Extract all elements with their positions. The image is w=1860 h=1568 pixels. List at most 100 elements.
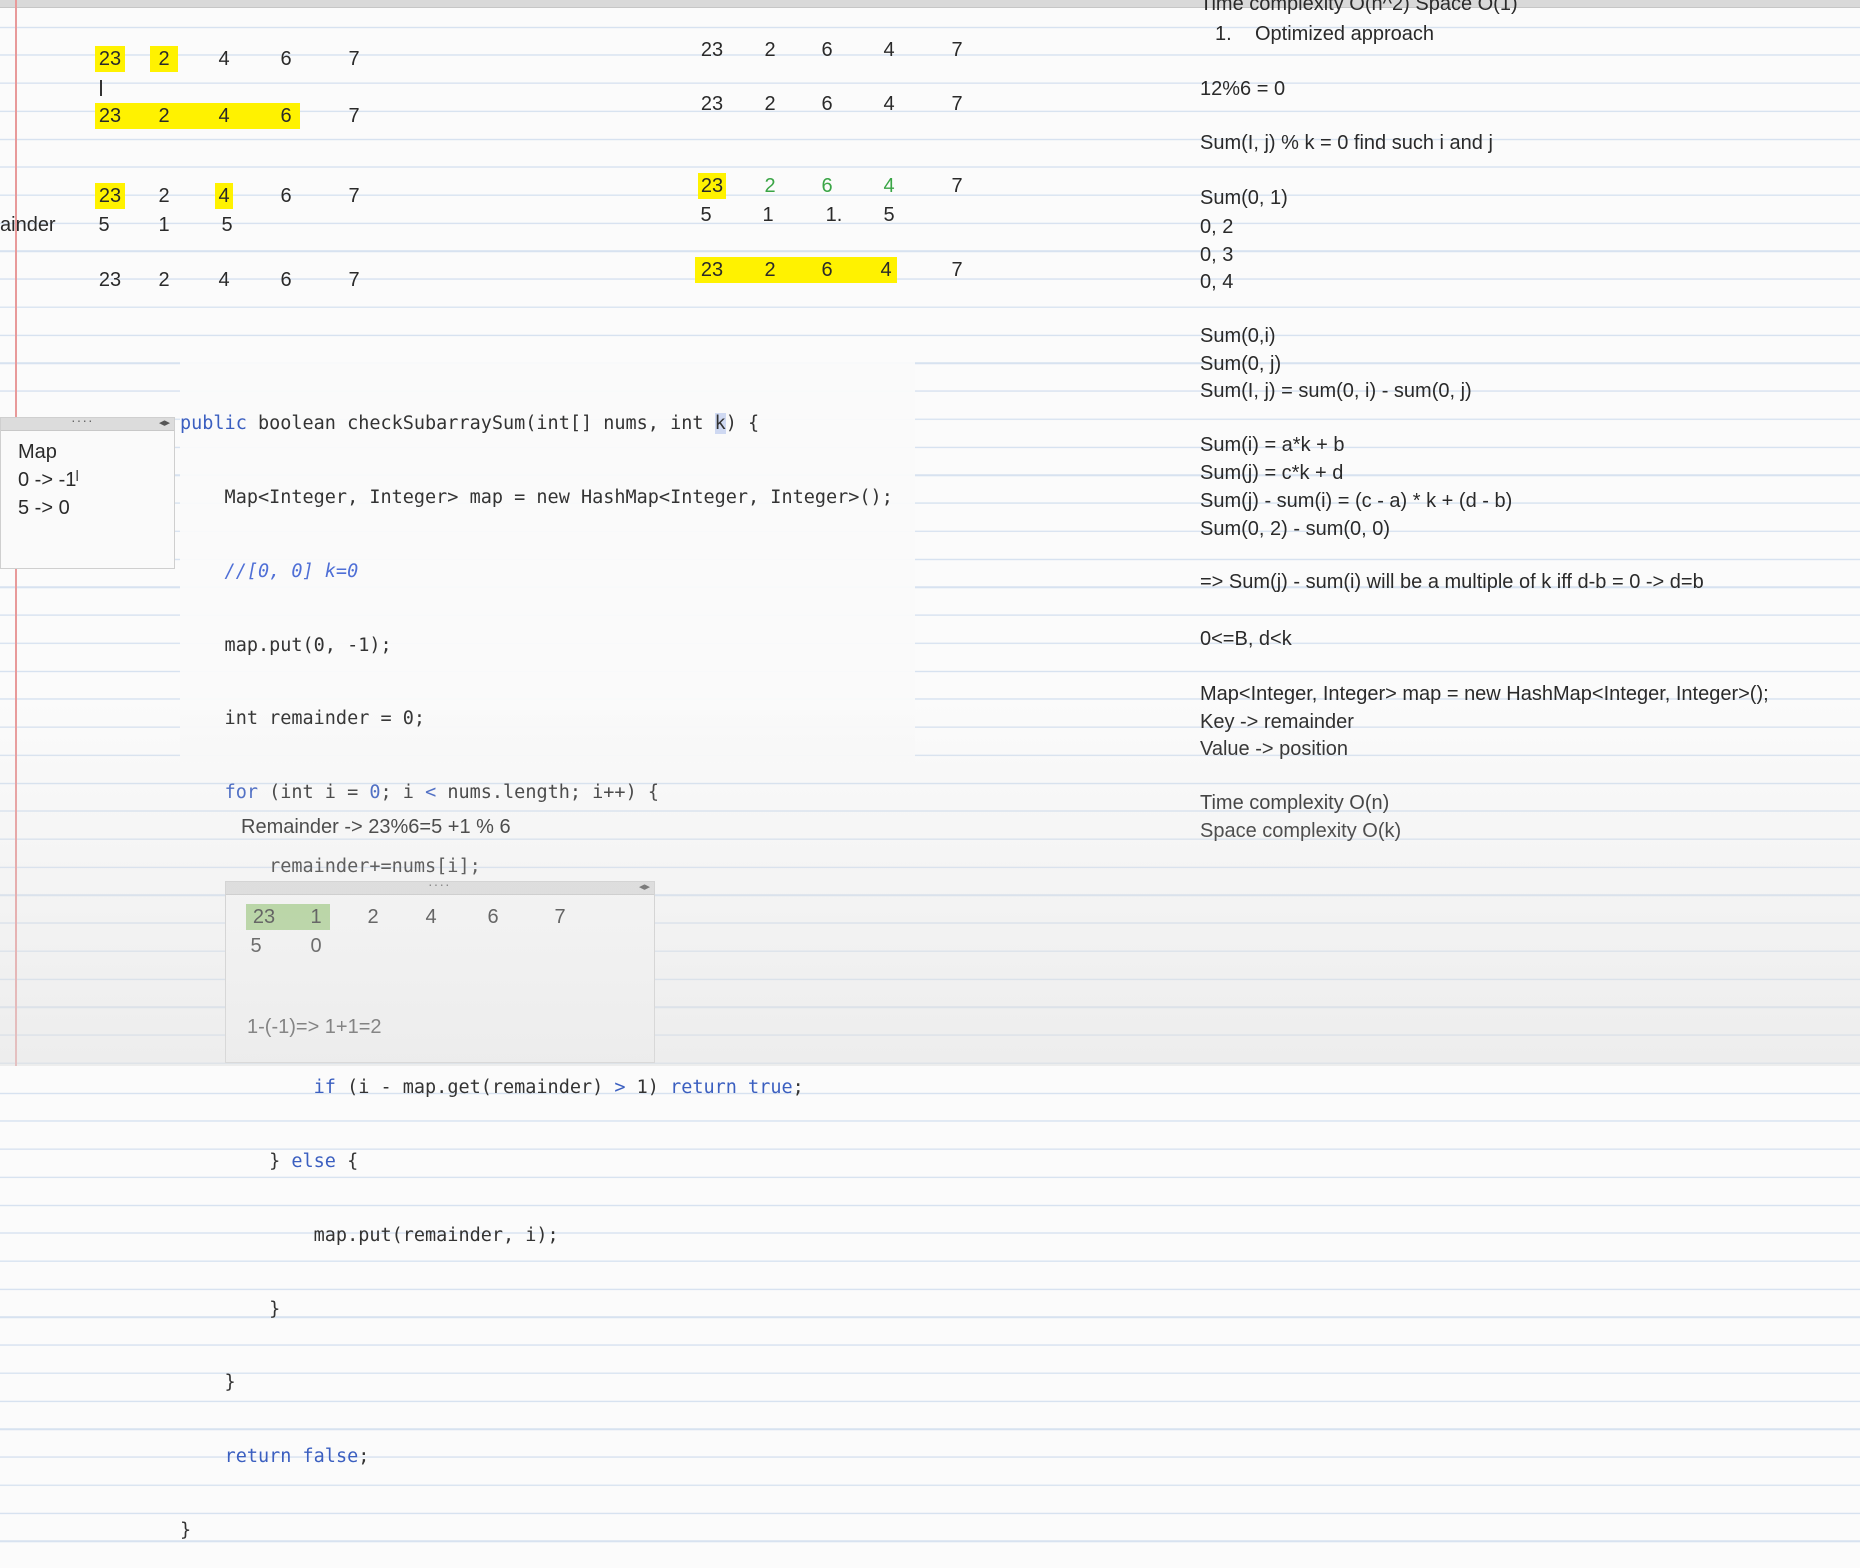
bottom-formula: 1-(-1)=> 1+1=2 [247, 1016, 382, 1038]
left-row3-cell-0: 23 [95, 183, 125, 209]
mid-rem-cell-2: 1. [825, 204, 843, 226]
left-row4-cell-0: 23 [98, 269, 122, 291]
note-value: Value -> position [1200, 738, 1349, 760]
left-rem-cell-2: 5 [221, 214, 233, 236]
note-find-i-j: Sum(I, j) % k = 0 find such i and j [1200, 132, 1493, 154]
left-row2-cell-2: 4 [218, 105, 230, 127]
code-line-11: } else { [180, 1151, 359, 1172]
left-row2-cell-1: 2 [158, 105, 170, 127]
note-key: Key -> remainder [1200, 711, 1354, 733]
top-toolbar-strip [0, 0, 1860, 8]
left-rem-cell-1: 1 [158, 214, 170, 236]
note-sum-ij: Sum(I, j) = sum(0, i) - sum(0, j) [1200, 380, 1472, 402]
map-pane-header[interactable]: ···· ◂▸ [1, 412, 174, 431]
left-row1-cell-0: 23 [95, 46, 125, 72]
map-title: Map [18, 441, 57, 463]
note-12mod6: 12%6 = 0 [1200, 78, 1286, 100]
bottom-pane[interactable]: ···· ◂▸ 23 1 2 4 6 7 5 0 1-(-1)=> 1+1=2 [225, 876, 655, 1063]
note-time-complexity-n: Time complexity O(n) [1200, 792, 1390, 814]
note-list-number: 1. [1215, 23, 1232, 45]
left-row3-cell-2: 4 [215, 183, 233, 209]
mid-row4-cell-3: 4 [880, 259, 892, 281]
mid-row2-cell-2: 6 [821, 93, 833, 115]
left-row3-cell-1: 2 [158, 185, 170, 207]
mid-row4-cell-4: 7 [951, 259, 963, 281]
mid-row3-cell-4: 7 [951, 175, 963, 197]
map-entry-1: 5 -> 0 [18, 497, 70, 519]
note-sum01: Sum(0, 1) [1200, 187, 1288, 209]
code-line-3: //[0, 0] k=0 [180, 560, 359, 582]
note-sum-i-formula: Sum(i) = a*k + b [1200, 434, 1345, 456]
mid-row4-cell-2: 6 [821, 259, 833, 281]
left-row4-cell-4: 7 [348, 269, 360, 291]
code-line-14: } [180, 1372, 236, 1394]
note-sum0j: Sum(0, j) [1200, 353, 1282, 375]
left-row4-cell-1: 2 [158, 269, 170, 291]
bottom-row1-cell-5: 7 [554, 906, 566, 928]
note-range: 0<=B, d<k [1200, 628, 1292, 650]
code-line-10: if (i - map.get(remainder) > 1) return t… [313, 1077, 804, 1099]
mid-row1-cell-4: 7 [951, 39, 963, 61]
mid-row1-cell-3: 4 [883, 39, 895, 61]
code-line-12: map.put(remainder, i); [180, 1224, 559, 1246]
remainder-note: Remainder -> 23%6=5 +1 % 6 [241, 816, 511, 838]
code-line-5: int remainder = 0; [180, 708, 426, 730]
code-line-13: } [180, 1298, 281, 1320]
note-time-complexity-n2: Time complexity O(n^2) Space O(1) [1200, 0, 1518, 15]
left-rem-cell-0: 5 [98, 214, 110, 236]
drag-handle-icon[interactable]: ···· [428, 876, 451, 892]
drag-handle-icon[interactable]: ···· [71, 412, 94, 428]
mid-row1-cell-1: 2 [764, 39, 776, 61]
mid-row4-cell-0: 23 [700, 259, 724, 281]
left-row1-cell-4: 7 [348, 48, 360, 70]
mid-row2-cell-1: 2 [764, 93, 776, 115]
bottom-row2-cell-0: 5 [250, 935, 262, 957]
note-space-complexity: Space complexity O(k) [1200, 820, 1402, 842]
mid-row1-cell-0: 23 [700, 39, 724, 61]
left-row1-cell-1: 2 [150, 46, 178, 72]
note-02: 0, 2 [1200, 216, 1234, 238]
remainder-label: ainder [0, 214, 56, 236]
note-sum-j-formula: Sum(j) = c*k + d [1200, 462, 1344, 484]
note-sum02: Sum(0, 2) - sum(0, 0) [1200, 518, 1391, 540]
map-entry-0: 0 -> -1 [18, 469, 77, 491]
resize-arrows-icon[interactable]: ◂▸ [639, 880, 650, 893]
mid-row2-cell-0: 23 [700, 93, 724, 115]
bottom-row1-cell-4: 6 [487, 906, 499, 928]
code-line-1: public boolean checkSubarraySum(int[] nu… [180, 413, 760, 435]
code-line-15: return false; [224, 1446, 370, 1468]
bottom-pane-header[interactable]: ···· ◂▸ [226, 876, 654, 895]
left-row2-cell-0: 23 [98, 105, 122, 127]
mid-row2-cell-4: 7 [951, 93, 963, 115]
resize-arrows-icon[interactable]: ◂▸ [159, 416, 170, 429]
bottom-row1-cell-1: 1 [310, 906, 322, 928]
left-row4-cell-2: 4 [218, 269, 230, 291]
mid-row3-cell-0: 23 [698, 173, 726, 199]
code-line-7: remainder+=nums[i]; [180, 855, 481, 877]
left-row4-cell-3: 6 [280, 269, 292, 291]
bottom-row1-cell-2: 2 [367, 906, 379, 928]
note-sum0i: Sum(0,i) [1200, 325, 1276, 347]
code-line-16: } [180, 1519, 192, 1541]
bottom-row1-cell-3: 4 [425, 906, 437, 928]
note-difference: Sum(j) - sum(i) = (c - a) * k + (d - b) [1200, 490, 1513, 512]
bottom-row1-cell-0: 23 [252, 906, 276, 928]
mid-rem-cell-0: 5 [700, 204, 712, 226]
mid-row1-cell-2: 6 [821, 39, 833, 61]
connector-mark [100, 80, 102, 96]
note-map-decl: Map<Integer, Integer> map = new HashMap<… [1200, 683, 1769, 705]
left-row3-cell-4: 7 [348, 185, 360, 207]
mid-row3-cell-2: 6 [821, 175, 833, 197]
mid-row2-cell-3: 4 [883, 93, 895, 115]
code-line-4: map.put(0, -1); [180, 634, 392, 656]
left-row1-cell-3: 6 [280, 48, 292, 70]
mid-row3-cell-3: 4 [883, 175, 895, 197]
left-row1-cell-2: 4 [218, 48, 230, 70]
note-04: 0, 4 [1200, 271, 1234, 293]
left-row2-highlight [95, 103, 300, 129]
left-row2-cell-3: 6 [280, 105, 292, 127]
mid-rem-cell-3: 5 [883, 204, 895, 226]
map-pane[interactable]: ···· ◂▸ Map 0 -> -1 I 5 -> 0 [0, 412, 175, 569]
note-optimized-approach: Optimized approach [1255, 23, 1434, 45]
text-cursor-icon: I [75, 468, 80, 485]
